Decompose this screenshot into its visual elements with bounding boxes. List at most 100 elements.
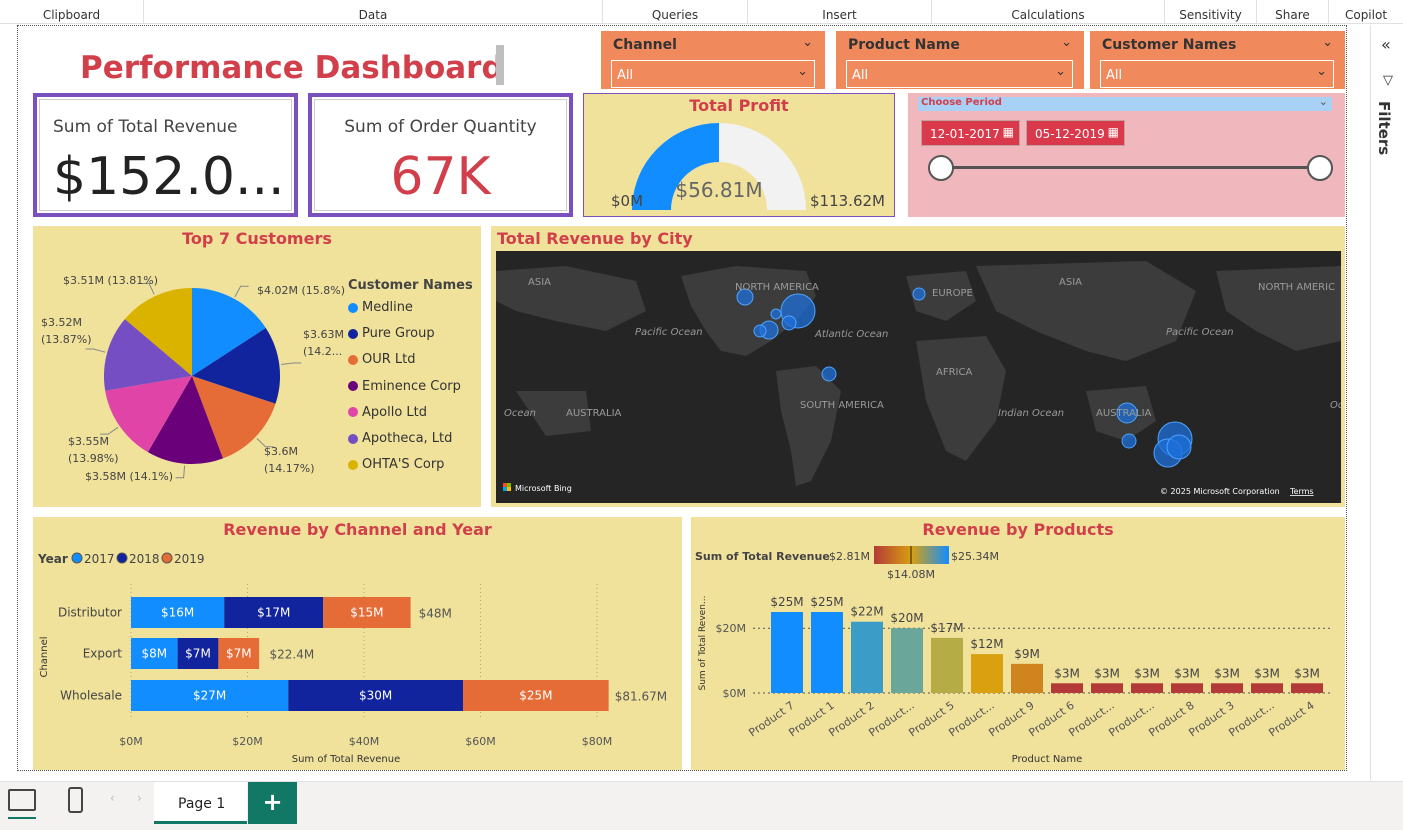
customers-panel[interactable]: Top 7 Customers $4.02M (15.8%) $3.63M (14.… — [33, 226, 481, 507]
ribbon-calculations[interactable]: Calculations — [932, 0, 1165, 24]
products-bar-label: $3M — [1214, 666, 1240, 680]
products-bar[interactable] — [891, 628, 923, 693]
revenue-value: $152.0... — [53, 147, 285, 207]
products-bar[interactable] — [811, 612, 843, 693]
chevron-right-icon[interactable]: › — [137, 791, 142, 805]
pie-data-label: $4.02M (15.8%) — [257, 284, 345, 297]
ribbon-data[interactable]: Data — [144, 0, 603, 24]
legend-label: OUR Ltd — [362, 352, 416, 368]
pie-data-label: $3.51M (13.81%) — [63, 274, 158, 287]
gauge-value: $56.81M — [675, 178, 762, 202]
filters-pane[interactable]: « ▽ Filters — [1370, 25, 1403, 780]
pie-data-label: $3.58M (14.1%) — [85, 470, 173, 483]
ribbon-queries[interactable]: Queries — [603, 0, 748, 24]
ribbon-clipboard[interactable]: Clipboard — [0, 0, 144, 24]
channel-slicer[interactable]: Channel ⌄ All ⌄ — [601, 31, 825, 89]
map-bubble[interactable] — [753, 324, 767, 338]
filters-label[interactable]: Filters — [1375, 101, 1393, 155]
revenue-card[interactable]: Sum of Total Revenue $152.0... — [33, 93, 298, 217]
customer-slicer[interactable]: Customer Names ⌄ All ⌄ — [1090, 31, 1345, 89]
bing-logo-square — [507, 483, 511, 487]
period-slider-start-handle[interactable] — [928, 155, 954, 181]
legend-item[interactable]: OHTA'S Corp — [348, 457, 444, 472]
customer-dropdown[interactable]: All ⌄ — [1100, 60, 1334, 88]
chevron-left-icon[interactable]: ‹ — [110, 791, 115, 805]
start-date-input[interactable]: 12-01-2017 ▦ — [921, 120, 1020, 146]
period-slider-track[interactable] — [940, 166, 1321, 169]
products-bar[interactable] — [1291, 683, 1323, 693]
products-bar[interactable] — [1251, 683, 1283, 693]
map-label: SOUTH AMERICA — [800, 400, 884, 411]
products-bar-label: $3M — [1134, 666, 1160, 680]
channel-dropdown[interactable]: All ⌄ — [611, 60, 815, 88]
channel-legend-label[interactable]: 2018 — [129, 552, 160, 566]
channel-total-label: $48M — [419, 607, 452, 621]
product-dropdown[interactable]: All ⌄ — [846, 60, 1073, 88]
products-bar[interactable] — [1051, 683, 1083, 693]
products-panel[interactable]: Revenue by Products Sum of Total Revenue… — [691, 517, 1345, 770]
channel-legend-label[interactable]: 2017 — [84, 552, 115, 566]
products-y-tick: $0M — [723, 687, 747, 700]
channel-legend-label[interactable]: 2019 — [174, 552, 205, 566]
products-x-axis-title: Product Name — [1012, 754, 1083, 765]
map-bubble[interactable] — [1121, 433, 1137, 449]
channel-panel[interactable]: Revenue by Channel and Year Year Sum of … — [33, 517, 682, 770]
map-bubble[interactable] — [781, 315, 797, 331]
products-bar[interactable] — [1131, 683, 1163, 693]
legend-label: Apollo Ltd — [362, 404, 427, 420]
map-terms-link[interactable]: Terms — [1289, 487, 1314, 496]
profit-gauge-panel[interactable]: Total Profit $0M $56.81M $113.62M — [583, 93, 895, 217]
map-copyright: © 2025 Microsoft Corporation — [1160, 487, 1280, 496]
calendar-icon[interactable]: ▦ — [1108, 125, 1119, 139]
channel-bar-chart: Year Sum of Total Revenue Channel 2017 20… — [37, 552, 667, 765]
chevron-down-icon[interactable]: ⌄ — [802, 35, 813, 50]
legend-item[interactable]: Medline — [348, 300, 413, 315]
map-bubble[interactable] — [912, 287, 926, 301]
products-bar[interactable] — [1171, 683, 1203, 693]
ribbon-insert[interactable]: Insert — [748, 0, 932, 24]
legend-item[interactable]: Eminence Corp — [348, 379, 461, 394]
period-slider-end-handle[interactable] — [1307, 155, 1333, 181]
add-page-button[interactable]: + — [248, 782, 297, 824]
calendar-icon[interactable]: ▦ — [1003, 125, 1014, 139]
product-slicer[interactable]: Product Name ⌄ All ⌄ — [836, 31, 1084, 89]
mobile-view-icon[interactable] — [68, 787, 83, 813]
world-map[interactable]: ASIA NORTH AMERICA EUROPE ASIA NORTH AME… — [496, 251, 1341, 503]
pie-leader-line — [175, 465, 186, 479]
products-bar-label: $3M — [1174, 666, 1200, 680]
tab-page-1[interactable]: Page 1 — [154, 782, 247, 824]
products-bar[interactable] — [1091, 683, 1123, 693]
products-bar[interactable] — [771, 612, 803, 693]
chevron-down-icon[interactable]: ⌄ — [1322, 35, 1333, 50]
map-bubble[interactable] — [821, 366, 837, 382]
ribbon-share[interactable]: Share — [1257, 0, 1329, 24]
ribbon-copilot[interactable]: Copilot — [1329, 0, 1403, 24]
legend-item[interactable]: Pure Group — [348, 326, 435, 341]
products-color-legend-title: Sum of Total Revenue — [695, 550, 830, 563]
products-bar[interactable] — [931, 637, 963, 693]
products-bar[interactable] — [851, 621, 883, 693]
map-label: Pacific Ocean — [1166, 327, 1234, 338]
end-date-input[interactable]: 05-12-2019 ▦ — [1026, 120, 1125, 146]
map-panel[interactable]: Total Revenue by City ASIA NORTH AMERICA… — [491, 226, 1345, 507]
legend-item[interactable]: OUR Ltd — [348, 352, 416, 367]
collapse-icon[interactable]: « — [1381, 35, 1391, 54]
legend-label: Eminence Corp — [362, 378, 461, 394]
map-bubble[interactable] — [770, 308, 782, 320]
map-label: EUROPE — [932, 288, 973, 299]
map-bubble[interactable] — [1166, 434, 1192, 460]
legend-item[interactable]: Apotheca, Ltd — [348, 431, 452, 446]
products-bar[interactable] — [1011, 663, 1043, 693]
products-bar[interactable] — [1211, 683, 1243, 693]
products-bar[interactable] — [971, 654, 1003, 693]
customer-slicer-label: Customer Names — [1102, 37, 1237, 53]
chevron-down-icon[interactable]: ⌄ — [1061, 35, 1072, 50]
quantity-card[interactable]: Sum of Order Quantity 67K — [308, 93, 573, 217]
period-header[interactable]: Choose Period ⌄ — [918, 95, 1332, 111]
legend-label: Pure Group — [362, 326, 435, 342]
desktop-view-underline — [8, 817, 36, 819]
legend-item[interactable]: Apollo Ltd — [348, 405, 427, 420]
ribbon-sensitivity[interactable]: Sensitivity — [1165, 0, 1257, 24]
desktop-view-icon[interactable] — [8, 789, 36, 811]
map-title: Total Revenue by City — [497, 229, 693, 248]
